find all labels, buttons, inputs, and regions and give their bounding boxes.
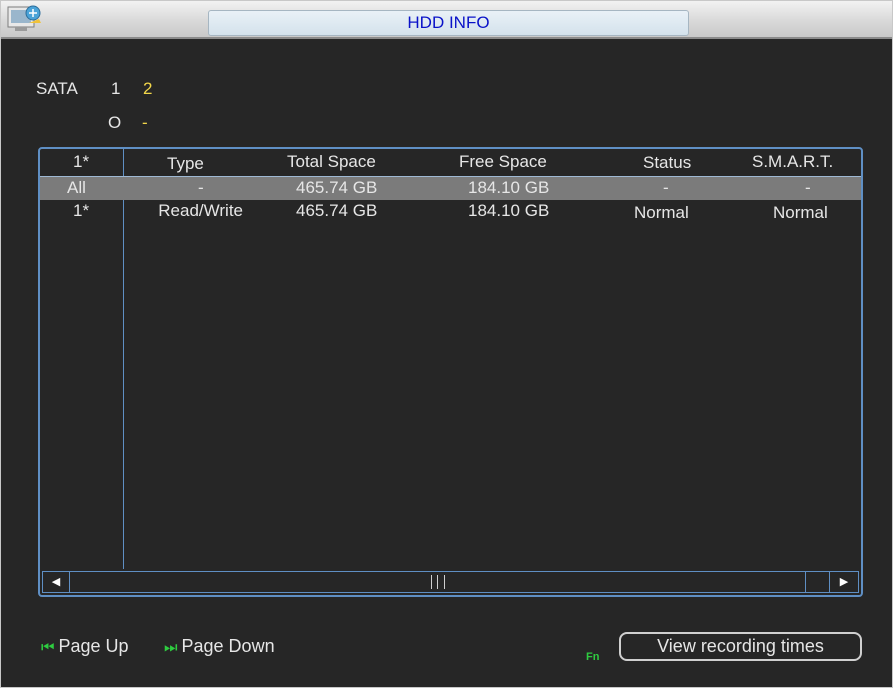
table-cell-status[interactable]: Normal	[634, 201, 689, 225]
header-free-space[interactable]: Free Space	[459, 150, 547, 174]
table-cell-disk[interactable]: All	[67, 176, 86, 200]
sata-port-2[interactable]: 2	[143, 78, 152, 100]
hdd-info-app-icon	[7, 5, 41, 31]
table-cell-smart[interactable]: -	[805, 176, 811, 200]
scroll-left-icon[interactable]: ◀	[43, 572, 70, 592]
table-cell-free[interactable]: 184.10 GB	[468, 199, 549, 223]
table-cell-type[interactable]: Read/Write	[123, 199, 243, 223]
table-cell-type[interactable]: -	[198, 176, 204, 200]
page-up-button[interactable]: ⏮ Page Up	[41, 634, 129, 658]
header-smart[interactable]: S.M.A.R.T.	[752, 150, 833, 174]
table-cell-smart[interactable]: Normal	[773, 201, 828, 225]
view-recording-times-button[interactable]: View recording times	[619, 632, 862, 661]
page-up-label: Page Up	[58, 636, 129, 656]
scroll-thumb[interactable]	[431, 575, 445, 589]
fn-key-label: Fn	[586, 651, 600, 663]
header-disk[interactable]: 1*	[73, 150, 89, 174]
header-status[interactable]: Status	[643, 151, 691, 175]
horizontal-scrollbar[interactable]: ◀ ▶	[42, 571, 859, 593]
table-cell-total[interactable]: 465.74 GB	[296, 176, 377, 200]
header-total-space[interactable]: Total Space	[287, 150, 376, 174]
page-down-icon: ⏭	[164, 639, 178, 656]
hdd-info-window: HDD INFO SATA 1 2 O - 1* Type Total Spac…	[0, 0, 893, 688]
hdd-table: 1* Type Total Space Free Space Status S.…	[38, 147, 863, 597]
table-cell-free[interactable]: 184.10 GB	[468, 176, 549, 200]
scroll-track-end	[805, 572, 832, 592]
table-cell-disk[interactable]: 1*	[73, 199, 89, 223]
sata-port-2-status: -	[142, 113, 148, 132]
sata-label: SATA	[36, 79, 78, 98]
title-bar: HDD INFO	[1, 1, 892, 39]
table-cell-status[interactable]: -	[663, 176, 669, 200]
table-row-selected[interactable]	[40, 177, 861, 200]
header-type[interactable]: Type	[167, 152, 204, 176]
page-down-label: Page Down	[181, 636, 275, 656]
sata-port-1[interactable]: 1	[111, 78, 120, 100]
window-title: HDD INFO	[208, 10, 689, 36]
scroll-right-icon[interactable]: ▶	[829, 572, 858, 592]
page-up-icon: ⏮	[41, 639, 55, 656]
table-header: 1* Type Total Space Free Space Status S.…	[40, 149, 861, 177]
table-cell-total[interactable]: 465.74 GB	[296, 199, 377, 223]
sata-port-1-status: O	[108, 113, 122, 132]
page-down-button[interactable]: ⏭ Page Down	[164, 634, 275, 658]
